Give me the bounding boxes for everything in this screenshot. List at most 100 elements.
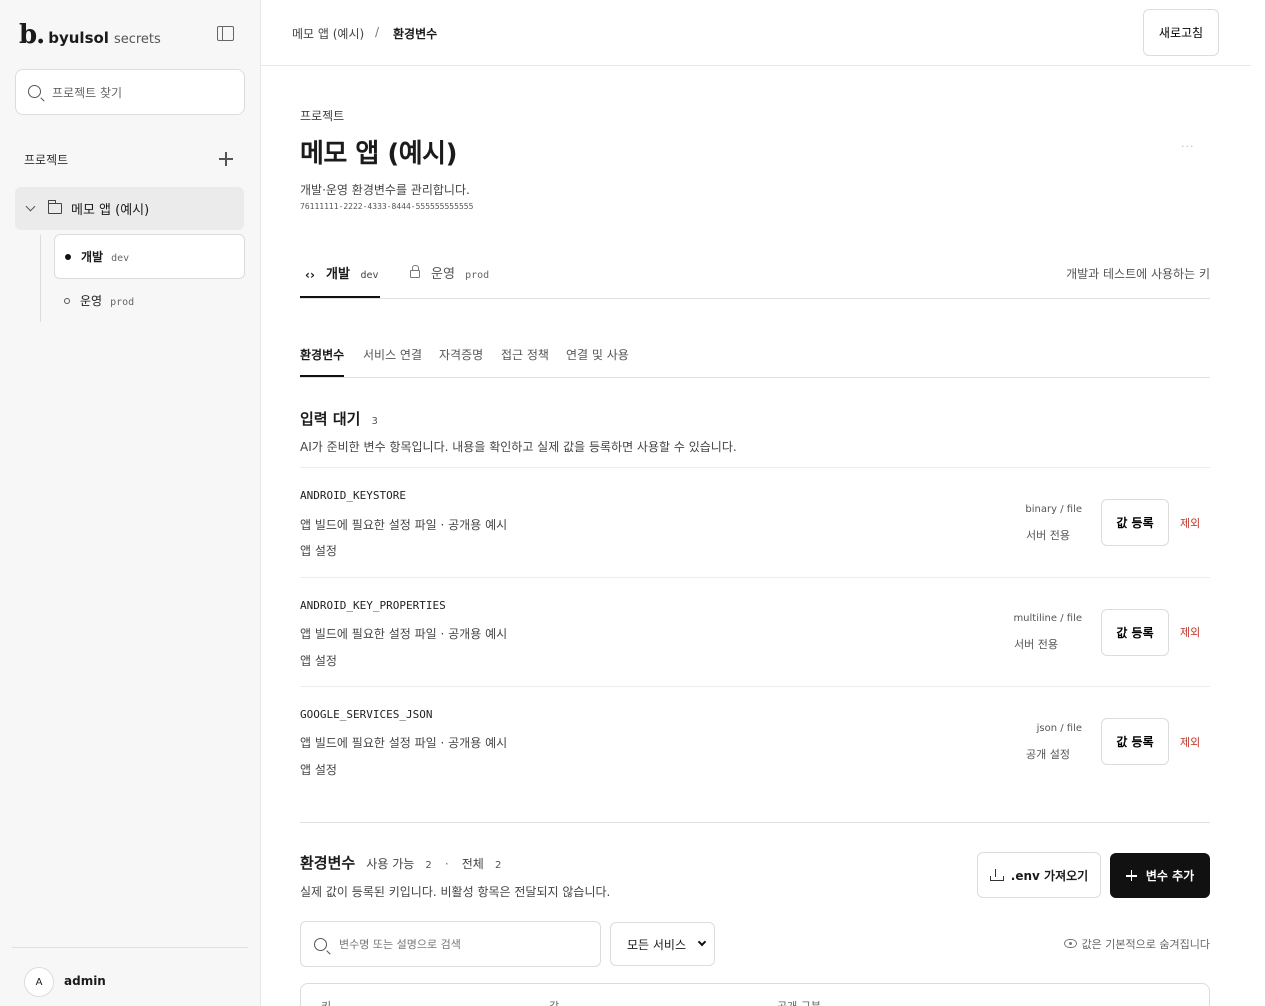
brand-name: byulsol (48, 29, 109, 47)
var-scope: 서버 전용 (1026, 529, 1070, 542)
brand-mark: b. (19, 20, 45, 50)
section-tabs-divider (300, 377, 1210, 378)
var-key: ANDROID_KEYSTORE (300, 489, 406, 502)
add-variable-label: 변수 추가 (1145, 869, 1195, 883)
exclude-link[interactable]: 제외 (1180, 515, 1200, 531)
project-search-placeholder: 프로젝트 찾기 (52, 85, 123, 100)
var-group: 앱 설정 (300, 544, 337, 558)
var-type: json / file (1036, 723, 1082, 734)
inactive-dot-icon (64, 297, 70, 304)
variables-title: 환경변수 (300, 854, 356, 872)
column-header-visibility: 공개 구분 (777, 998, 821, 1006)
env-label: 운영 prod (80, 294, 135, 308)
tab-env-dev[interactable]: 개발 dev (326, 263, 379, 282)
breadcrumb-separator: / (375, 25, 380, 39)
var-scope: 서버 전용 (1014, 638, 1058, 651)
sidebar-divider (12, 947, 248, 948)
total-count: 2 (494, 860, 502, 871)
eye-icon (1064, 939, 1077, 948)
import-env-button[interactable]: .env 가져오기 (977, 852, 1101, 898)
tree-line (40, 235, 41, 322)
brand-logo[interactable]: b. byulsol secrets (19, 20, 161, 50)
refresh-button[interactable]: 새로고침 (1143, 9, 1219, 56)
service-filter-value: 모든 서비스 (627, 937, 687, 952)
variable-search-input[interactable]: 변수명 또는 설명으로 검색 (300, 921, 601, 967)
sidebar-project-label: 메모 앱 (예시) (71, 203, 150, 218)
var-key: ANDROID_KEY_PROPERTIES (300, 599, 446, 612)
sidebar-env-prod[interactable]: 운영 prod (54, 278, 245, 323)
brand-sub: secrets (113, 32, 161, 47)
list-item: ANDROID_KEYSTORE 앱 빌드에 필요한 설정 파일 · 공개용 예… (300, 467, 1210, 577)
project-description: 개발·운영 환경변수를 관리합니다. (300, 183, 470, 197)
tab-connect-usage[interactable]: 연결 및 사용 (566, 346, 629, 363)
chevron-down-icon (697, 937, 707, 947)
hidden-values-hint: 값은 기본적으로 숨겨집니다 (1081, 938, 1210, 951)
exclude-link[interactable]: 제외 (1180, 734, 1200, 750)
code-icon: ‹› (305, 268, 315, 282)
variable-search-placeholder: 변수명 또는 설명으로 검색 (339, 938, 461, 951)
page-title: 메모 앱 (예시) (300, 139, 457, 169)
env-tabs-divider (300, 298, 1210, 299)
var-description: 앱 빌드에 필요한 설정 파일 · 공개용 예시 (300, 627, 508, 641)
service-filter-select[interactable]: 모든 서비스 (610, 922, 715, 966)
register-value-button[interactable]: 값 등록 (1101, 499, 1169, 546)
chevron-down-icon[interactable] (25, 201, 36, 212)
tab-env-prod-label: 운영 (431, 267, 455, 282)
tab-service-connections[interactable]: 서비스 연결 (363, 346, 422, 363)
pending-title: 입력 대기 (300, 410, 361, 428)
register-value-button[interactable]: 값 등록 (1101, 609, 1169, 656)
column-header-value: 값 (549, 998, 559, 1006)
env-tab-indicator (300, 296, 380, 298)
register-value-button[interactable]: 값 등록 (1101, 718, 1169, 765)
var-key: GOOGLE_SERVICES_JSON (300, 708, 433, 721)
list-item: ANDROID_KEY_PROPERTIES 앱 빌드에 필요한 설정 파일 ·… (300, 577, 1210, 686)
sidebar-env-dev[interactable]: 개발 dev (54, 234, 245, 279)
project-search-input[interactable]: 프로젝트 찾기 (15, 69, 245, 115)
folder-icon (47, 200, 62, 214)
sidebar-toggle-icon[interactable] (217, 26, 234, 41)
pending-header: 입력 대기 3 (300, 408, 378, 429)
search-icon (314, 938, 327, 951)
breadcrumb-current: 환경변수 (393, 27, 438, 41)
var-type: binary / file (1025, 504, 1082, 515)
add-project-icon[interactable] (219, 152, 233, 166)
breadcrumb-project[interactable]: 메모 앱 (예시) (292, 25, 364, 42)
avatar[interactable]: A (24, 967, 54, 997)
tab-credentials[interactable]: 자격증명 (439, 346, 483, 363)
total-label: 전체 (461, 857, 484, 871)
var-description: 앱 빌드에 필요한 설정 파일 · 공개용 예시 (300, 736, 508, 750)
active-dot-icon (65, 253, 71, 260)
dot-separator: · (444, 857, 449, 871)
lock-icon (410, 265, 420, 278)
usable-label: 사용 가능 (366, 857, 415, 871)
variables-header: 환경변수 사용 가능 2 · 전체 2 (300, 852, 501, 873)
import-env-label: .env 가져오기 (1010, 868, 1089, 883)
user-name[interactable]: admin (64, 974, 106, 988)
var-type: multiline / file (1013, 613, 1082, 624)
search-icon (28, 85, 41, 98)
tab-env-prod-code: prod (465, 270, 490, 281)
exclude-link[interactable]: 제외 (1180, 624, 1200, 640)
var-description: 앱 빌드에 필요한 설정 파일 · 공개용 예시 (300, 518, 508, 532)
env-label: 개발 dev (81, 250, 130, 264)
tab-env-dev-label: 개발 (326, 267, 350, 282)
sidebar-item-project[interactable]: 메모 앱 (예시) (15, 187, 244, 230)
project-eyebrow: 프로젝트 (300, 109, 345, 123)
more-options-icon[interactable]: ··· (1181, 140, 1195, 153)
env-hint: 개발과 테스트에 사용하는 키 (1066, 267, 1210, 281)
var-scope: 공개 설정 (1026, 748, 1070, 761)
tab-access-policy[interactable]: 접근 정책 (501, 346, 549, 363)
tab-variables[interactable]: 환경변수 (300, 346, 344, 363)
plus-icon (1125, 870, 1137, 881)
download-icon (989, 869, 1004, 881)
pending-description: AI가 준비한 변수 항목입니다. 내용을 확인하고 실제 값을 등록하면 사용… (300, 440, 737, 454)
topbar: 메모 앱 (예시) / 환경변수 새로고침 (261, 0, 1251, 66)
variables-table: 키 값 공개 구분 (300, 983, 1210, 1006)
usable-count: 2 (425, 860, 432, 871)
project-id: 76111111-2222-4333-8444-555555555555 (300, 202, 474, 211)
section-tab-indicator (300, 375, 344, 377)
add-variable-button[interactable]: 변수 추가 (1110, 853, 1210, 898)
tab-env-prod[interactable]: 운영 prod (431, 263, 489, 282)
list-item: GOOGLE_SERVICES_JSON 앱 빌드에 필요한 설정 파일 · 공… (300, 686, 1210, 796)
column-header-key: 키 (321, 998, 331, 1006)
